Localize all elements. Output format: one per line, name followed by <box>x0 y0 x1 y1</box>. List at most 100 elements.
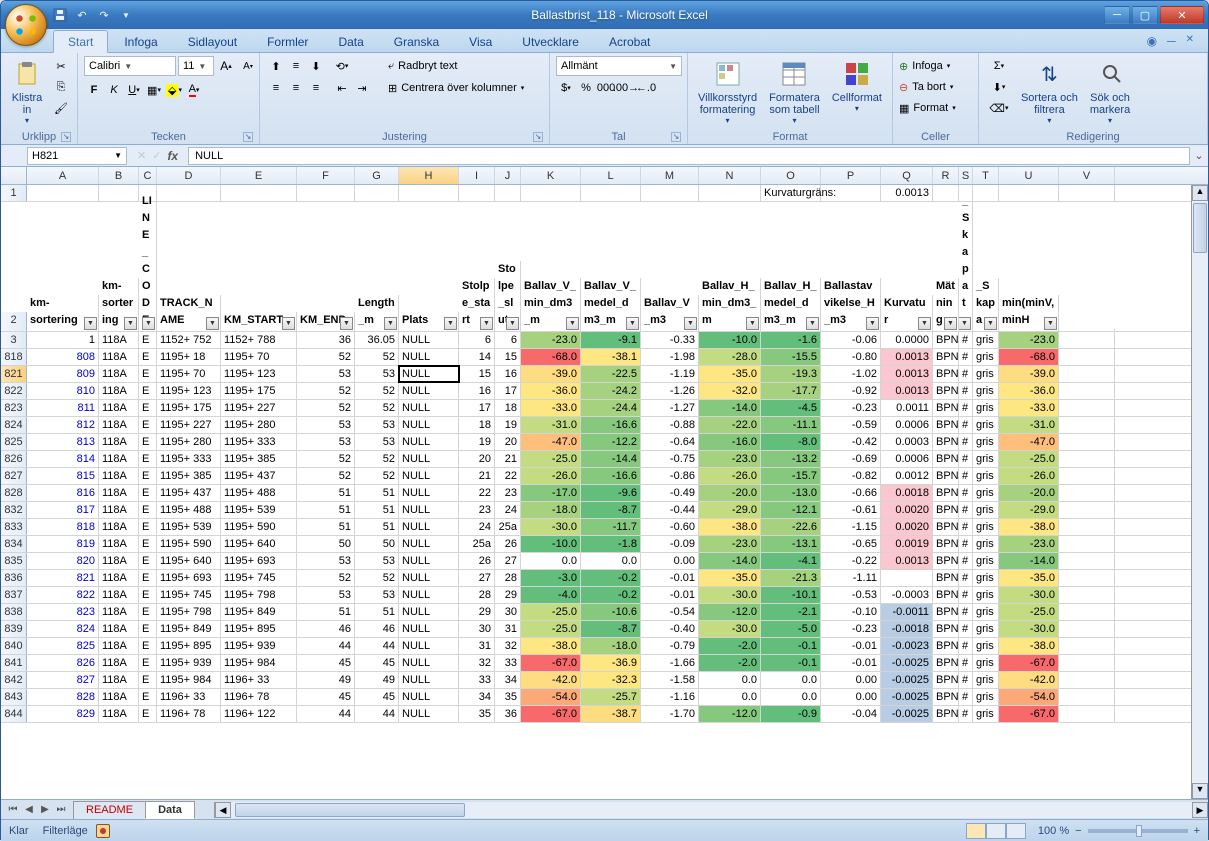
cell[interactable]: gris <box>973 349 999 365</box>
cell[interactable]: 0.00 <box>821 672 881 688</box>
column-header-cell[interactable]: Stolpe_slut▼ <box>495 261 521 331</box>
cell[interactable]: 49 <box>355 672 399 688</box>
cell[interactable]: -19.3 <box>761 366 821 382</box>
cell[interactable]: BPN <box>933 706 959 722</box>
cell[interactable]: NULL <box>399 706 459 722</box>
cell[interactable]: -2.0 <box>699 638 761 654</box>
cell[interactable]: -8.7 <box>581 502 641 518</box>
cell[interactable]: 16 <box>459 383 495 399</box>
cell[interactable]: -22.0 <box>699 417 761 433</box>
cell[interactable]: 0.0013 <box>881 383 933 399</box>
cell[interactable]: 1195+ 745 <box>157 587 221 603</box>
cell[interactable]: 0.00 <box>641 553 699 569</box>
row-header[interactable]: 841 <box>1 655 27 671</box>
cell[interactable]: E <box>139 570 157 586</box>
fill-color-icon[interactable]: ⬙▾ <box>164 80 184 100</box>
cell[interactable]: # <box>959 434 973 450</box>
name-box[interactable]: H821▼ <box>27 147 127 165</box>
cell[interactable]: E <box>139 349 157 365</box>
filter-dropdown-icon[interactable]: ▼ <box>746 317 759 330</box>
cell[interactable]: 1195+ 227 <box>221 400 297 416</box>
ribbon-tab-granska[interactable]: Granska <box>380 31 453 52</box>
row-header[interactable]: 843 <box>1 689 27 705</box>
cell[interactable]: -0.01 <box>821 638 881 654</box>
cell[interactable]: E <box>139 383 157 399</box>
cell[interactable]: -30.0 <box>521 519 581 535</box>
cell[interactable]: -20.0 <box>999 485 1059 501</box>
cell[interactable]: BPN <box>933 366 959 382</box>
cell[interactable]: -23.0 <box>521 332 581 348</box>
cell[interactable]: -0.0025 <box>881 672 933 688</box>
cell[interactable] <box>1059 638 1115 654</box>
sheet-nav-first-icon[interactable]: ⏮ <box>5 804 21 815</box>
cell[interactable]: 1195+ 333 <box>157 451 221 467</box>
col-header-G[interactable]: G <box>355 167 399 184</box>
filter-dropdown-icon[interactable]: ▼ <box>480 317 493 330</box>
cell[interactable]: gris <box>973 621 999 637</box>
cell[interactable]: 1195+ 895 <box>221 621 297 637</box>
cell[interactable]: 0.0020 <box>881 502 933 518</box>
cell[interactable]: 53 <box>297 366 355 382</box>
cell[interactable]: NULL <box>399 451 459 467</box>
row-header[interactable]: 837 <box>1 587 27 603</box>
cell[interactable]: 1195+ 333 <box>221 434 297 450</box>
zoom-in-icon[interactable]: + <box>1194 825 1200 837</box>
cell[interactable]: 33 <box>459 672 495 688</box>
cell[interactable]: 45 <box>297 655 355 671</box>
minimize-button[interactable]: ─ <box>1104 6 1130 24</box>
h-scroll-thumb[interactable] <box>235 803 465 817</box>
cell[interactable]: 118A <box>99 349 139 365</box>
cell[interactable]: -18.0 <box>521 502 581 518</box>
cell[interactable]: # <box>959 587 973 603</box>
cell[interactable]: 44 <box>355 638 399 654</box>
cell[interactable]: 0.0000 <box>881 332 933 348</box>
cell[interactable]: -38.7 <box>581 706 641 722</box>
cell[interactable]: # <box>959 638 973 654</box>
cell[interactable]: 15 <box>459 366 495 382</box>
cell[interactable]: 1195+ 939 <box>221 638 297 654</box>
cell[interactable]: 53 <box>297 434 355 450</box>
cell[interactable]: -16.6 <box>581 417 641 433</box>
cell[interactable]: E <box>139 553 157 569</box>
cell[interactable]: 814 <box>27 451 99 467</box>
cell[interactable]: 812 <box>27 417 99 433</box>
cell[interactable]: 821 <box>27 570 99 586</box>
sheet-tab-readme[interactable]: README <box>73 801 146 819</box>
column-header-cell[interactable]: KM_END▼ <box>297 312 355 331</box>
cells-insert-button[interactable]: ⊕Infoga▾ <box>899 56 950 76</box>
cell[interactable]: -21.3 <box>761 570 821 586</box>
cell[interactable]: -0.06 <box>821 332 881 348</box>
cell[interactable]: NULL <box>399 349 459 365</box>
cell[interactable]: gris <box>973 366 999 382</box>
cell[interactable]: -20.0 <box>699 485 761 501</box>
filter-dropdown-icon[interactable]: ▼ <box>684 317 697 330</box>
cell[interactable]: -12.2 <box>581 434 641 450</box>
col-header-K[interactable]: K <box>521 167 581 184</box>
column-header-cell[interactable]: Ballav_V_min_dm3_m▼ <box>521 278 581 331</box>
conditional-formatting-button[interactable]: Villkorsstyrd formatering▾ <box>694 56 761 127</box>
row-header[interactable]: 842 <box>1 672 27 688</box>
alignment-launcher[interactable]: ↘ <box>533 132 543 142</box>
decrease-decimal-icon[interactable]: ←.0 <box>636 78 656 98</box>
cell[interactable]: 0.0006 <box>881 417 933 433</box>
cell[interactable]: -36.9 <box>581 655 641 671</box>
cell[interactable] <box>459 185 495 201</box>
horizontal-scrollbar[interactable]: ◀ ▶ <box>214 802 1208 818</box>
cell[interactable]: -42.0 <box>521 672 581 688</box>
cell[interactable]: -47.0 <box>521 434 581 450</box>
cell[interactable]: 32 <box>495 638 521 654</box>
cell[interactable]: 118A <box>99 502 139 518</box>
cell[interactable]: BPN <box>933 451 959 467</box>
cell[interactable]: BPN <box>933 604 959 620</box>
ribbon-tab-data[interactable]: Data <box>324 31 377 52</box>
cell[interactable]: 0.0 <box>699 689 761 705</box>
cell[interactable]: -30.0 <box>999 587 1059 603</box>
cell[interactable]: -0.80 <box>821 349 881 365</box>
cell[interactable]: E <box>139 417 157 433</box>
cell[interactable]: -35.0 <box>999 570 1059 586</box>
cell[interactable]: -36.0 <box>521 383 581 399</box>
cell[interactable] <box>355 185 399 201</box>
cell[interactable]: -33.0 <box>521 400 581 416</box>
cell[interactable]: -0.65 <box>821 536 881 552</box>
cell[interactable]: 0.0 <box>581 553 641 569</box>
